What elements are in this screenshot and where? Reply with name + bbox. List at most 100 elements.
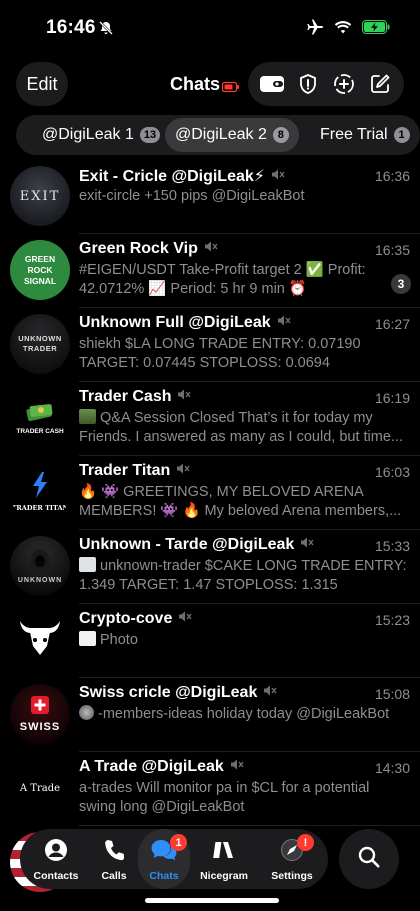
search-button[interactable] — [339, 829, 399, 889]
chat-row[interactable]: EXIT Exit - Cricle @DigiLeak⚡ 16:36 exit… — [0, 160, 420, 234]
chart-thumbnail — [79, 557, 96, 572]
chat-title: Exit - Cricle @DigiLeak⚡ — [79, 168, 265, 185]
chat-time: 16:35 — [374, 242, 410, 258]
tab-calls[interactable]: Calls — [86, 829, 142, 889]
folder-tab-label: @DigiLeak 2 — [175, 126, 267, 143]
tab-label: Contacts — [33, 870, 79, 882]
add-story-icon[interactable] — [330, 70, 358, 98]
chat-title: Trader Titan — [79, 462, 171, 480]
tab-label: Calls — [101, 870, 127, 882]
bell-muted-icon — [98, 20, 114, 41]
header-actions — [248, 62, 404, 106]
folder-tab-digileak-1[interactable]: @DigiLeak 1 13 — [32, 118, 170, 152]
chat-name: Crypto-cove — [79, 610, 192, 628]
bull-logo-icon — [17, 618, 63, 663]
chat-time: 14:30 — [374, 760, 410, 776]
folder-tab-label: Free Trial — [320, 126, 388, 143]
chat-preview: 🔥 👾 GREETINGS, MY BELOVED ARENA MEMBERS!… — [79, 484, 402, 519]
chat-avatar: TRADER CASH — [10, 388, 70, 448]
chat-time: 15:08 — [374, 686, 410, 702]
chat-preview-text: unknown-trader $CAKE LONG TRADE ENTRY: 1… — [79, 558, 407, 593]
status-bar: 16:46 — [0, 0, 420, 56]
search-icon — [357, 845, 381, 874]
chat-title: Trader Cash — [79, 388, 172, 406]
chat-row[interactable]: SWISS Swiss cricle @DigiLeak 15:08 -memb… — [0, 678, 420, 752]
chat-row[interactable]: TRADER TITAN Trader Titan 16:03 🔥 👾 GREE… — [0, 456, 420, 530]
chat-name: Unknown Full @DigiLeak — [79, 314, 291, 332]
chat-time: 16:19 — [374, 390, 410, 406]
edit-button[interactable]: Edit — [16, 62, 68, 106]
muted-icon — [263, 684, 277, 702]
chat-title: Unknown Full @DigiLeak — [79, 314, 271, 332]
chat-row[interactable]: UNKNOWN Unknown - Tarde @DigiLeak 15:33 … — [0, 530, 420, 604]
tab-chats[interactable]: Chats 1 — [138, 829, 190, 889]
chat-name: Unknown - Tarde @DigiLeak — [79, 536, 314, 554]
avatar-text: TRADER CASH — [16, 428, 64, 435]
chat-row[interactable]: A Trade A Trade @DigiLeak 14:30 a-trades… — [0, 752, 420, 826]
folder-tab-badge: 1 — [393, 127, 410, 143]
avatar-text: UNKNOWN TRADER — [18, 334, 62, 353]
money-icon — [25, 401, 55, 426]
chat-avatar: TRADER TITAN — [10, 462, 70, 522]
page-title: Chats — [170, 74, 221, 94]
shield-icon[interactable] — [294, 70, 322, 98]
chat-title: Swiss cricle @DigiLeak — [79, 684, 258, 702]
tab-settings[interactable]: Settings ! — [260, 829, 324, 889]
battery-charging-icon — [362, 20, 390, 39]
folder-tab-badge: 8 — [272, 127, 289, 143]
chat-avatar: A Trade — [10, 758, 70, 818]
chat-name: Trader Cash — [79, 388, 192, 406]
image-thumbnail — [79, 409, 96, 424]
muted-icon — [271, 168, 285, 186]
chat-name: Swiss cricle @DigiLeak — [79, 684, 277, 702]
chat-preview: Photo — [79, 631, 409, 650]
chat-row[interactable]: UNKNOWN TRADER Unknown Full @DigiLeak 16… — [0, 308, 420, 382]
chat-row[interactable]: TRADER CASH Trader Cash 16:19 Q&A Sessio… — [0, 382, 420, 456]
tab-contacts[interactable]: Contacts — [26, 829, 86, 889]
folder-tab-badge: 13 — [139, 127, 161, 143]
hooded-figure-icon — [27, 548, 53, 577]
chat-preview: shiekh $LA LONG TRADE ENTRY: 0.07190 TAR… — [79, 336, 361, 371]
chat-name: Green Rock Vip — [79, 240, 218, 258]
phone-icon — [103, 838, 125, 867]
chat-preview: Q&A Session Closed That’s it for today m… — [79, 409, 409, 447]
chat-name: A Trade @DigiLeak — [79, 758, 244, 776]
muted-icon — [178, 610, 192, 628]
chat-avatar: UNKNOWN — [10, 536, 70, 596]
chat-preview-text: Photo — [100, 632, 138, 648]
avatar-text: UNKNOWN — [17, 577, 63, 584]
chat-title: A Trade @DigiLeak — [79, 758, 224, 776]
muted-icon — [300, 536, 314, 554]
person-circle-icon — [44, 838, 68, 867]
avatar-text: TRADER TITAN — [11, 504, 69, 512]
chat-avatar — [10, 610, 70, 670]
unread-badge: 3 — [391, 274, 411, 294]
recording-indicator-icon — [221, 80, 240, 98]
wallet-icon[interactable] — [258, 70, 286, 98]
chat-avatar: SWISS — [10, 684, 70, 744]
tab-nicegram[interactable]: Nicegram — [190, 829, 258, 889]
muted-icon — [176, 462, 190, 480]
chat-row[interactable]: GREEN ROCK SIGNAL Green Rock Vip 16:35 #… — [0, 234, 420, 308]
chat-time: 16:03 — [374, 464, 410, 480]
tab-badge: 1 — [170, 834, 187, 851]
chat-row[interactable]: Crypto-cove 15:23 Photo — [0, 604, 420, 678]
folder-tab-free-trial[interactable]: Free Trial 1 — [310, 118, 420, 152]
chat-preview: unknown-trader $CAKE LONG TRADE ENTRY: 1… — [79, 557, 409, 595]
chat-time: 15:23 — [374, 612, 410, 628]
chat-title: Crypto-cove — [79, 610, 173, 628]
chat-time: 15:33 — [374, 538, 410, 554]
swiss-cross-icon — [31, 695, 49, 719]
muted-icon — [277, 314, 291, 332]
tab-label: Nicegram — [200, 870, 248, 882]
folder-tab-digileak-2[interactable]: @DigiLeak 2 8 — [165, 118, 299, 152]
nav-header: Edit Chats — [0, 62, 420, 108]
lightning-icon — [31, 472, 49, 503]
photo-thumbnail — [79, 631, 96, 646]
chat-name: Trader Titan — [79, 462, 190, 480]
folder-tab-label: @DigiLeak 1 — [42, 126, 134, 143]
chat-avatar: GREEN ROCK SIGNAL — [10, 240, 70, 300]
muted-icon — [177, 388, 192, 406]
compose-icon[interactable] — [366, 70, 394, 98]
muted-icon — [230, 758, 244, 776]
